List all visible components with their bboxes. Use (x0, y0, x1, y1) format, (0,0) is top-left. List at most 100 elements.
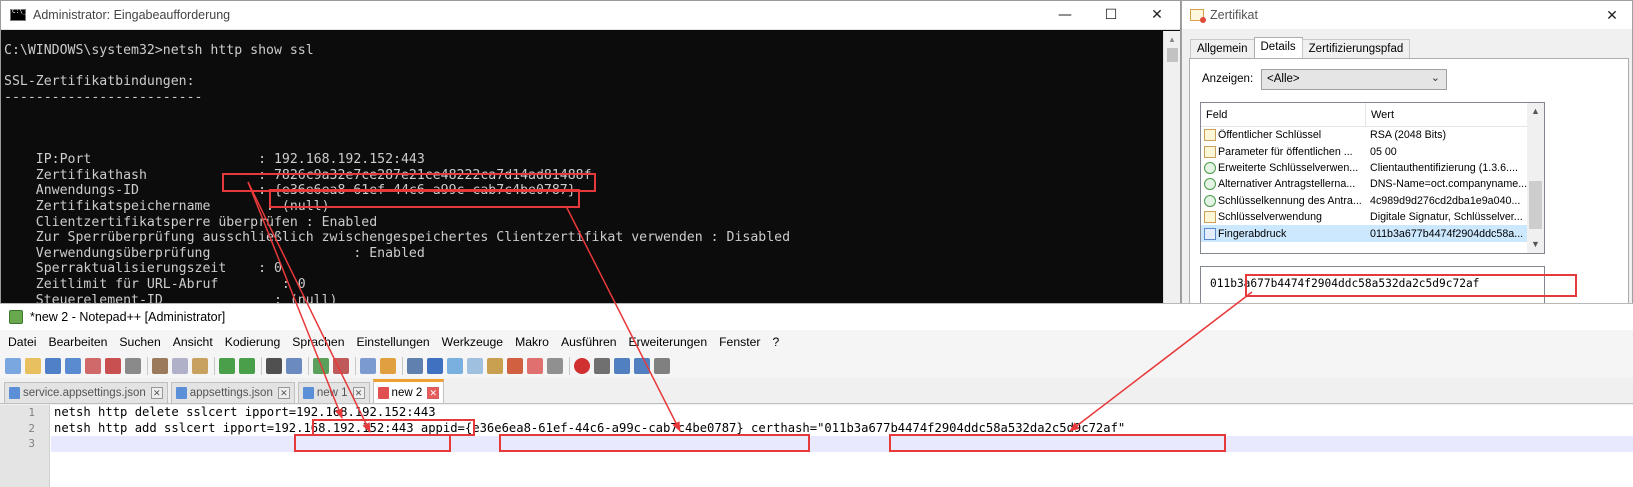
scrollbar-thumb[interactable] (1167, 48, 1178, 62)
menu-ansicht[interactable]: Ansicht (169, 335, 217, 349)
menu-sprachen[interactable]: Sprachen (288, 335, 348, 349)
file-tab[interactable]: appsettings.json ✕ (170, 382, 295, 403)
new-file-icon[interactable] (5, 358, 21, 374)
scroll-up-arrow-icon[interactable]: ▲ (1164, 31, 1180, 48)
code-area[interactable]: netsh http delete sslcert ipport=192.168… (54, 405, 1629, 452)
field-value: Clientauthentifizierung (1.3.6.... (1370, 161, 1518, 174)
notepad-titlebar[interactable]: *new 2 - Notepad++ [Administrator] (0, 304, 1633, 330)
undo-icon[interactable] (219, 358, 235, 374)
cmd-titlebar[interactable]: Administrator: Eingabeaufforderung — ☐ ✕ (1, 1, 1180, 30)
close-all-icon[interactable] (105, 358, 121, 374)
menu-help[interactable]: ? (768, 335, 783, 349)
close-file-icon[interactable] (85, 358, 101, 374)
list-item[interactable]: Schlüsselverwendung Digitale Signatur, S… (1201, 209, 1544, 225)
menu-datei[interactable]: Datei (4, 335, 40, 349)
text-editor[interactable]: 1 2 3 netsh http delete sslcert ipport=1… (0, 405, 1633, 487)
line-number: 1 (28, 406, 35, 419)
sync-vertical-icon[interactable] (360, 358, 376, 374)
close-button[interactable]: ✕ (1134, 1, 1180, 30)
certificate-close-button[interactable]: ✕ (1592, 1, 1632, 29)
stop-recording-icon[interactable] (594, 358, 610, 374)
list-item[interactable]: Parameter für öffentlichen ... 05 00 (1201, 143, 1544, 159)
cut-icon[interactable] (152, 358, 168, 374)
record-macro-icon[interactable] (574, 358, 590, 374)
show-filter-select[interactable]: <Alle> ⌄ (1261, 69, 1447, 90)
certificate-tabs: Allgemein Details Zertifizierungspfad (1190, 37, 1411, 59)
replace-icon[interactable] (286, 358, 302, 374)
indent-guide-icon[interactable] (447, 358, 463, 374)
paste-icon[interactable] (192, 358, 208, 374)
toolbar-separator (147, 357, 148, 375)
close-tab-icon[interactable]: ✕ (427, 386, 440, 399)
maximize-button[interactable]: ☐ (1088, 1, 1134, 30)
cmd-scrollbar[interactable]: ▲ (1163, 31, 1180, 315)
certificate-icon (1190, 9, 1206, 23)
certificate-titlebar[interactable]: Zertifikat (1182, 1, 1632, 29)
file-tab-label: appsettings.json (189, 387, 273, 399)
open-file-icon[interactable] (25, 358, 41, 374)
code-line[interactable]: netsh http add sslcert ipport=192.168.19… (54, 421, 1629, 437)
scroll-up-arrow-icon[interactable]: ▲ (1527, 103, 1544, 120)
field-detail-textbox[interactable]: 011b3a677b4474f2904ddc58a532da2c5d9c72af (1200, 266, 1545, 306)
certificate-fields-list[interactable]: Feld Wert Öffentlicher Schlüssel RSA (20… (1200, 102, 1545, 254)
folder-workspace-icon[interactable] (507, 358, 523, 374)
print-icon[interactable] (125, 358, 141, 374)
file-tab-active[interactable]: new 2 ✕ (372, 379, 445, 403)
menu-bearbeiten[interactable]: Bearbeiten (44, 335, 111, 349)
console-output[interactable]: C:\WINDOWS\system32>netsh http show ssl … (1, 31, 1164, 315)
zoom-out-icon[interactable] (333, 358, 349, 374)
panel-icon[interactable] (547, 358, 563, 374)
list-item-selected[interactable]: Fingerabdruck 011b3a677b4474f2904ddc58a.… (1201, 225, 1544, 242)
file-tab[interactable]: service.appsettings.json ✕ (4, 382, 168, 403)
file-tab[interactable]: new 1 ✕ (297, 382, 370, 403)
save-icon[interactable] (45, 358, 61, 374)
find-icon[interactable] (266, 358, 282, 374)
document-map-icon[interactable] (467, 358, 483, 374)
monitoring-icon[interactable] (527, 358, 543, 374)
tab-details[interactable]: Details (1253, 37, 1303, 59)
tab-allgemein[interactable]: Allgemein (1190, 39, 1255, 59)
console-line: IP:Port : 192.168.192.152:443 (4, 152, 425, 168)
scroll-down-arrow-icon[interactable]: ▼ (1527, 236, 1544, 253)
menu-fenster[interactable]: Fenster (715, 335, 764, 349)
redo-icon[interactable] (239, 358, 255, 374)
list-item[interactable]: Öffentlicher Schlüssel RSA (2048 Bits) (1201, 127, 1544, 143)
tab-zertifizierungspfad[interactable]: Zertifizierungspfad (1301, 39, 1411, 59)
scrollbar-thumb[interactable] (1529, 181, 1542, 229)
function-list-icon[interactable] (487, 358, 503, 374)
close-tab-icon[interactable]: ✕ (352, 387, 365, 399)
menu-ausfuehren[interactable]: Ausführen (557, 335, 621, 349)
toolbar-separator (569, 357, 570, 375)
copy-icon[interactable] (172, 358, 188, 374)
save-all-icon[interactable] (65, 358, 81, 374)
menu-suchen[interactable]: Suchen (115, 335, 164, 349)
code-line[interactable]: netsh http delete sslcert ipport=192.168… (54, 405, 1629, 421)
menu-erweiterungen[interactable]: Erweiterungen (625, 335, 712, 349)
show-all-characters-icon[interactable] (427, 358, 443, 374)
column-header-value[interactable]: Wert (1366, 103, 1399, 126)
field-value: 05 00 (1370, 145, 1397, 158)
menu-einstellungen[interactable]: Einstellungen (352, 335, 433, 349)
menu-makro[interactable]: Makro (511, 335, 553, 349)
warning-extension-icon (1204, 211, 1216, 224)
sync-horizontal-icon[interactable] (380, 358, 396, 374)
playback-icon[interactable] (614, 358, 630, 374)
column-header-field[interactable]: Feld (1201, 103, 1366, 126)
save-macro-icon[interactable] (654, 358, 670, 374)
menu-werkzeuge[interactable]: Werkzeuge (438, 335, 507, 349)
list-item[interactable]: Erweiterte Schlüsselverwen... Clientauth… (1201, 160, 1544, 176)
cmd-app-icon (10, 8, 26, 21)
file-tab-label: new 1 (316, 387, 348, 399)
zoom-in-icon[interactable] (313, 358, 329, 374)
close-tab-icon[interactable]: ✕ (277, 387, 290, 399)
word-wrap-icon[interactable] (407, 358, 423, 374)
menu-kodierung[interactable]: Kodierung (221, 335, 285, 349)
close-tab-icon[interactable]: ✕ (150, 387, 163, 399)
list-item[interactable]: Schlüsselkennung des Antra... 4c989d9d27… (1201, 193, 1544, 209)
fields-scrollbar[interactable]: ▲ ▼ (1527, 103, 1544, 253)
code-line[interactable] (54, 436, 1629, 452)
run-macro-multiple-icon[interactable] (634, 358, 650, 374)
minimize-button[interactable]: — (1042, 1, 1088, 30)
list-item[interactable]: Alternativer Antragstellerna... DNS-Name… (1201, 176, 1544, 192)
